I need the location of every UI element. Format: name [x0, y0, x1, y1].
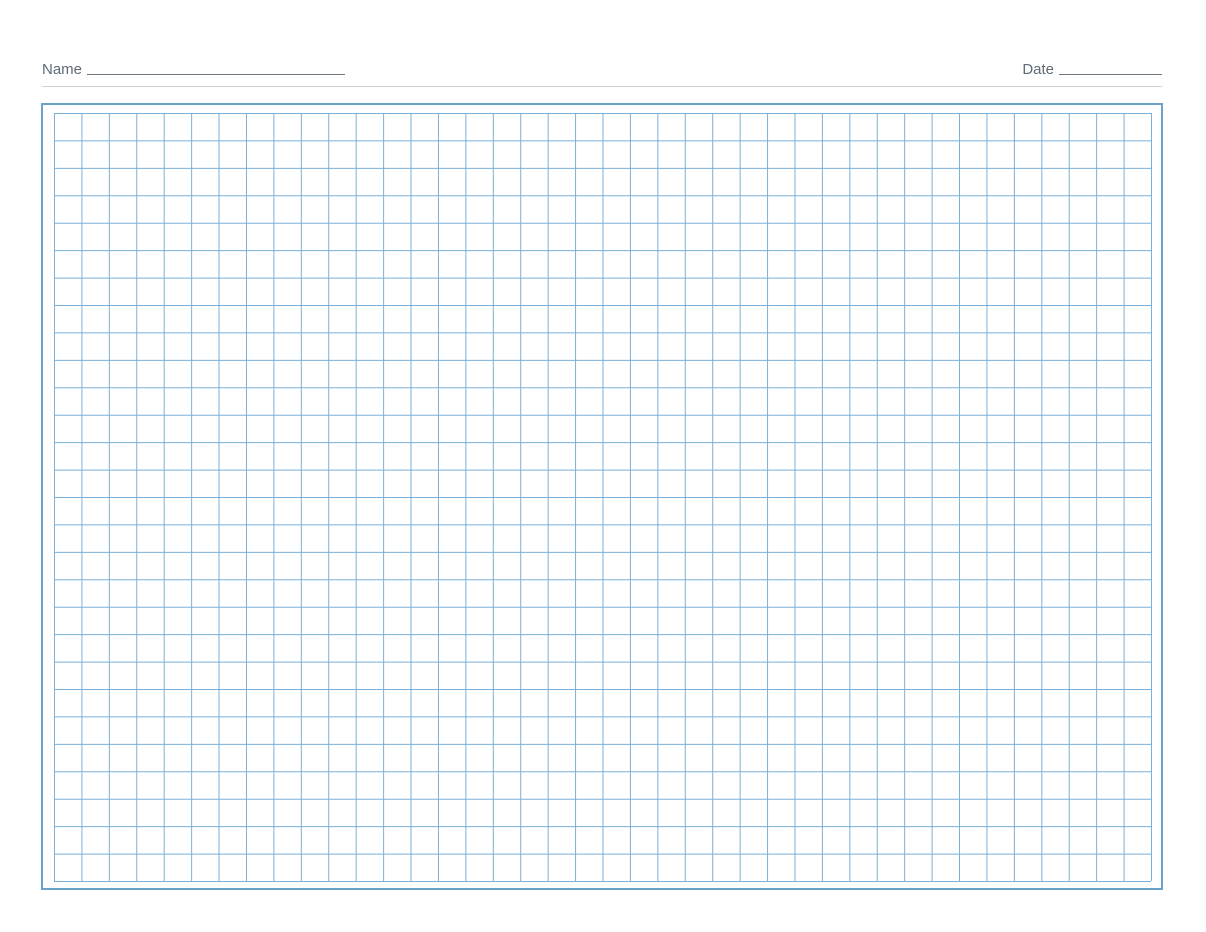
graph-paper-frame	[41, 103, 1163, 890]
grid-svg	[54, 113, 1152, 882]
name-field[interactable]: Name	[42, 58, 346, 80]
worksheet-header: Name Date	[42, 58, 1162, 78]
graph-paper-grid	[53, 112, 1152, 882]
name-label: Name	[42, 61, 83, 78]
header-divider	[42, 86, 1162, 87]
name-blank-line[interactable]	[87, 59, 346, 75]
date-blank-line[interactable]	[1059, 59, 1162, 75]
date-label: Date	[1022, 61, 1054, 78]
date-field[interactable]: Date	[1022, 58, 1162, 80]
